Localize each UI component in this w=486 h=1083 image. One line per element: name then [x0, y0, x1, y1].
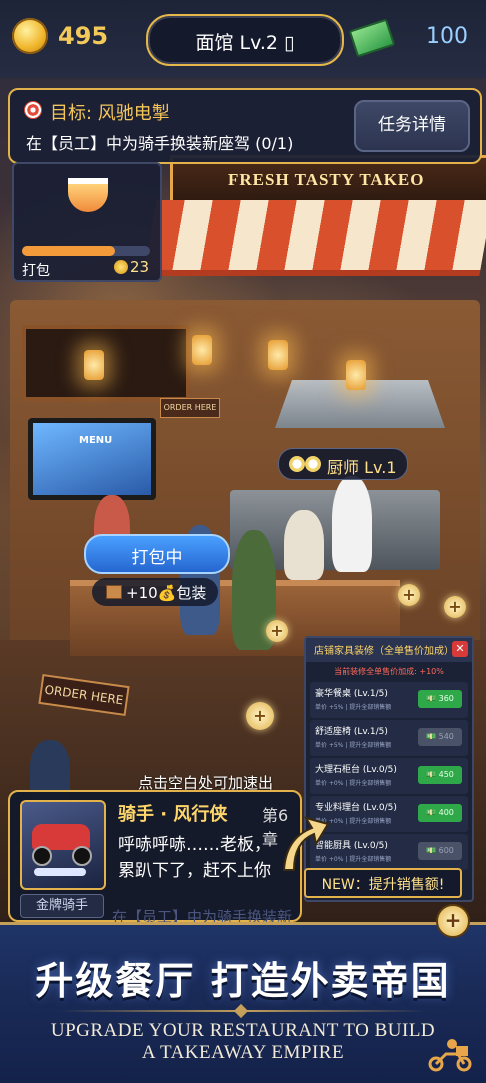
rider-portrait	[20, 800, 106, 890]
restaurant-level-label: 面馆 Lv.2 ▯	[195, 32, 295, 54]
packing-progress-bar	[22, 246, 150, 256]
upgrade-plus-icon[interactable]: +	[266, 620, 288, 642]
top-bar: 495 面馆 Lv.2 ▯ 100	[0, 0, 486, 78]
cook-figure[interactable]	[284, 510, 324, 580]
restaurant-level-button[interactable]: 面馆 Lv.2 ▯	[146, 14, 344, 66]
bowl-icon	[68, 178, 108, 212]
promo-headline-cn: 升级餐厅 打造外卖帝国	[35, 959, 451, 1003]
menu-board	[22, 325, 190, 401]
promo-headline-en: A TAKEAWAY EMPIRE	[141, 1042, 345, 1063]
decoration-subtitle: 当前装修全单售价加成: +10%	[334, 667, 444, 676]
decoration-item-name: 豪华餐桌 (Lv.1/5)	[315, 689, 388, 699]
decoration-buy-button[interactable]: 💵 400	[418, 804, 462, 822]
promo-headline-en: UPGRADE YOUR RESTAURANT TO BUILD	[50, 1020, 436, 1041]
decoration-buy-button[interactable]: 💵 450	[418, 766, 462, 784]
order-sign: ORDER HERE	[160, 398, 220, 418]
tv-menu-title: MENU	[79, 435, 113, 446]
decoration-item[interactable]: 智能厨具 (Lv.0/5) 单价 +0% | 提升全部销售额 💵 600	[310, 834, 468, 870]
lamp-icon	[84, 350, 104, 380]
cash-icon	[348, 18, 396, 58]
coin-count: 495	[58, 22, 109, 50]
dialog-line: 累趴下了，赶不上你	[118, 861, 271, 881]
packing-label: 打包	[22, 263, 50, 279]
packing-status-button[interactable]: 打包中	[84, 534, 230, 574]
speaker-name: 骑手 · 风行侠	[118, 804, 228, 825]
decoration-item-desc: 单价 +5% | 提升全部销售额	[315, 742, 392, 749]
shop-sign-text: FRESH TASTY TAKEO	[228, 170, 425, 189]
packing-reward: 23	[130, 258, 150, 276]
packing-station-card[interactable]: 打包 23	[12, 162, 162, 282]
rider-icon	[428, 1039, 472, 1072]
packing-bonus-label: +10💰包装	[126, 584, 207, 602]
decoration-item[interactable]: 大理石柜台 (Lv.0/5) 单价 +0% | 提升全部销售额 💵 450	[310, 758, 468, 794]
chef-icon	[305, 456, 321, 472]
decoration-buy-button[interactable]: 💵 600	[418, 842, 462, 860]
packing-bonus: +10💰包装	[92, 578, 218, 606]
task-details-button[interactable]: 任务详情	[354, 100, 470, 152]
plus-icon[interactable]: +	[436, 904, 470, 938]
decoration-item[interactable]: 专业料理台 (Lv.0/5) 单价 +0% | 提升全部销售额 💵 400	[310, 796, 468, 832]
package-icon	[106, 585, 122, 599]
close-icon[interactable]: ✕	[452, 641, 468, 657]
wheel-icon	[32, 846, 52, 866]
dialog-line: 呼哧呼哧……老板，	[118, 835, 271, 855]
story-dialog[interactable]: 金牌骑手 骑手 · 风行侠 第6章 呼哧呼哧……老板， 累趴下了，赶不上你	[8, 790, 302, 922]
decoration-buy-button[interactable]: 💵 360	[418, 690, 462, 708]
upgrade-plus-icon[interactable]: +	[398, 584, 420, 606]
lamp-icon	[192, 335, 212, 365]
packing-progress-fill	[22, 246, 116, 256]
new-feature-callout[interactable]: NEW：提升销售额!	[304, 868, 462, 898]
chef-figure[interactable]	[332, 476, 372, 572]
decoration-item-name: 大理石柜台 (Lv.0/5)	[315, 765, 397, 775]
chef-icon	[289, 456, 305, 472]
coin-icon	[114, 260, 128, 274]
decoration-item[interactable]: 豪华餐桌 (Lv.1/5) 单价 +5% | 提升全部销售额 💵 360	[310, 682, 468, 718]
awning	[143, 200, 486, 276]
decoration-item-desc: 单价 +0% | 提升全部销售额	[315, 780, 392, 787]
wheel-icon	[72, 846, 92, 866]
decoration-title: 店铺家具装修（全单售价加成）	[314, 646, 454, 657]
decoration-item-desc: 单价 +5% | 提升全部销售额	[315, 704, 392, 711]
goal-description: 在【员工】中为骑手换装新座驾 (0/1)	[26, 134, 294, 153]
coin-icon	[12, 18, 48, 54]
airplane-icon	[34, 868, 86, 876]
rider-rank-badge: 金牌骑手	[20, 894, 104, 918]
menu-tv: MENU	[28, 418, 156, 500]
lamp-icon	[346, 360, 366, 390]
decoration-item-name: 舒适座椅 (Lv.1/5)	[315, 727, 388, 737]
lamp-icon	[268, 340, 288, 370]
chef-level-label: 厨师 Lv.1	[327, 458, 397, 477]
decoration-buy-button[interactable]: 💵 540	[418, 728, 462, 746]
chef-level-tag[interactable]: 厨师 Lv.1	[278, 448, 408, 480]
arrow-icon	[282, 816, 330, 871]
cash-count: 100	[426, 24, 468, 49]
target-icon	[24, 101, 42, 119]
decoration-item[interactable]: 舒适座椅 (Lv.1/5) 单价 +5% | 提升全部销售额 💵 540	[310, 720, 468, 756]
decoration-header: 店铺家具装修（全单售价加成） ✕	[306, 638, 472, 662]
upgrade-plus-icon[interactable]: +	[444, 596, 466, 618]
goal-panel[interactable]: 目标: 风驰电掣 在【员工】中为骑手换装新座驾 (0/1) 任务详情	[8, 88, 482, 164]
new-feature-label: NEW：提升销售额!	[321, 877, 445, 893]
packing-status-label: 打包中	[131, 548, 183, 568]
upgrade-plus-icon[interactable]: +	[246, 702, 274, 730]
goal-title: 目标: 风驰电掣	[50, 103, 170, 124]
